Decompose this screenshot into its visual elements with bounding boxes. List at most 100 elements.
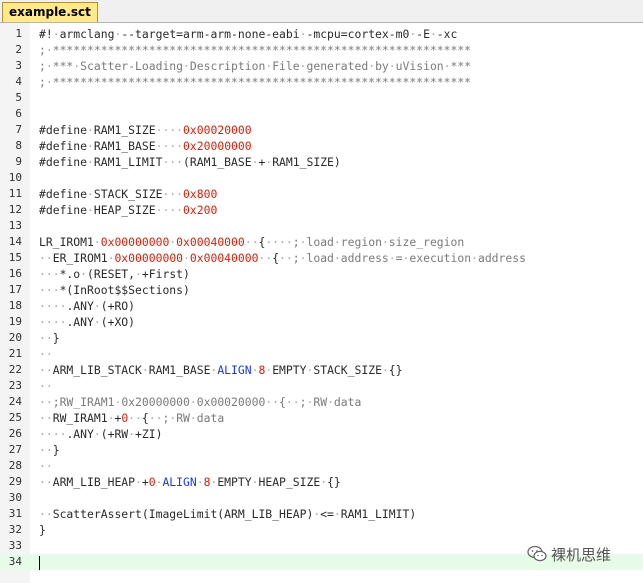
- line-text: ··ARM_LIB_HEAP·+0·ALIGN·8·EMPTY·HEAP_SIZ…: [39, 475, 341, 489]
- code-line[interactable]: 21 ··: [0, 346, 643, 362]
- code-line[interactable]: 28 ··: [0, 458, 643, 474]
- line-text: #define·HEAP_SIZE····0x200: [39, 203, 218, 217]
- line-text: ····.ANY·(+XO): [39, 315, 136, 329]
- code-line[interactable]: 29 ··ARM_LIB_HEAP·+0·ALIGN·8·EMPTY·HEAP_S…: [0, 474, 643, 490]
- line-text: ;·***·Scatter-Loading·Description·File·g…: [39, 59, 472, 73]
- code-line[interactable]: 14 LR_IROM1·0x00000000·0x00040000··{····;…: [0, 234, 643, 250]
- line-text: ··: [39, 379, 53, 393]
- watermark-text: 裸机思维: [551, 545, 612, 564]
- line-number: 29: [8, 475, 22, 488]
- line-number: 16: [8, 267, 22, 280]
- code-line[interactable]: 22 ··ARM_LIB_STACK·RAM1_BASE·ALIGN·8·EMPT…: [0, 362, 643, 378]
- line-number: 23: [8, 379, 22, 392]
- line-number: 1: [15, 27, 22, 40]
- line-text: ··RW_IRAM1·+0··{··;·RW·data: [39, 411, 225, 425]
- line-number: 31: [8, 507, 22, 520]
- code-line[interactable]: 18 ····.ANY·(+RO): [0, 298, 643, 314]
- tab-example-sct[interactable]: example.sct: [2, 2, 98, 22]
- line-number: 12: [8, 203, 22, 216]
- line-number: 9: [15, 155, 22, 168]
- line-text: ;·**************************************…: [39, 75, 472, 89]
- line-text: #define·STACK_SIZE···0x800: [39, 187, 218, 201]
- text-caret: [39, 556, 40, 570]
- code-line[interactable]: 23 ··: [0, 378, 643, 394]
- line-number: 33: [8, 539, 22, 552]
- code-line[interactable]: 2 ;·*************************************…: [0, 42, 643, 58]
- line-number: 18: [8, 299, 22, 312]
- code-line[interactable]: 24 ··;RW_IRAM1·0x20000000·0x00020000··{··…: [0, 394, 643, 410]
- line-text: ····.ANY·(+RW·+ZI): [39, 427, 163, 441]
- code-line[interactable]: 19 ····.ANY·(+XO): [0, 314, 643, 330]
- code-line[interactable]: 25 ··RW_IRAM1·+0··{··;·RW·data: [0, 410, 643, 426]
- code-editor[interactable]: 1 #!·armclang·--target=arm-arm-none-eabi·…: [0, 23, 643, 583]
- tab-bar: example.sct: [0, 0, 643, 23]
- line-text: #define·RAM1_SIZE····0x00020000: [39, 123, 252, 137]
- code-line[interactable]: 4 ;·*************************************…: [0, 74, 643, 90]
- code-line[interactable]: 5: [0, 90, 643, 106]
- line-number: 26: [8, 427, 22, 440]
- line-number: 6: [15, 107, 22, 120]
- line-number: 22: [8, 363, 22, 376]
- code-line[interactable]: 15 ··ER_IROM1·0x00000000·0x00040000··{··;…: [0, 250, 643, 266]
- line-number: 7: [15, 123, 22, 136]
- code-line[interactable]: 27 ··}: [0, 442, 643, 458]
- code-line[interactable]: 8 #define·RAM1_BASE····0x20000000: [0, 138, 643, 154]
- line-text: ··ARM_LIB_STACK·RAM1_BASE·ALIGN·8·EMPTY·…: [39, 363, 403, 377]
- code-line[interactable]: 10: [0, 170, 643, 186]
- line-text: ···*(InRoot$$Sections): [39, 283, 190, 297]
- wechat-icon: [527, 545, 547, 562]
- line-number: 3: [15, 59, 22, 72]
- line-text: ··}: [39, 443, 60, 457]
- code-line[interactable]: 32}: [0, 522, 643, 538]
- line-number: 25: [8, 411, 22, 424]
- line-number: 28: [8, 459, 22, 472]
- line-number: 19: [8, 315, 22, 328]
- line-text: #define·RAM1_BASE····0x20000000: [39, 139, 252, 153]
- line-text: ··: [39, 459, 53, 473]
- line-text: ····.ANY·(+RO): [39, 299, 136, 313]
- line-text: ;·**************************************…: [39, 43, 472, 57]
- line-number: 34: [8, 555, 22, 568]
- code-line[interactable]: 7 #define·RAM1_SIZE····0x00020000: [0, 122, 643, 138]
- line-number: 20: [8, 331, 22, 344]
- line-number: 10: [8, 171, 22, 184]
- line-number: 5: [15, 91, 22, 104]
- line-number: 11: [8, 187, 22, 200]
- code-line[interactable]: 20 ··}: [0, 330, 643, 346]
- code-line[interactable]: 16 ···*.o·(RESET,·+First): [0, 266, 643, 282]
- line-number: 2: [15, 43, 22, 56]
- code-line[interactable]: 11 #define·STACK_SIZE···0x800: [0, 186, 643, 202]
- line-number: 8: [15, 139, 22, 152]
- line-number: 27: [8, 443, 22, 456]
- line-text: ··: [39, 347, 53, 361]
- line-number: 24: [8, 395, 22, 408]
- line-text: LR_IROM1·0x00000000·0x00040000··{····;·l…: [39, 235, 465, 249]
- code-line[interactable]: 26 ····.ANY·(+RW·+ZI): [0, 426, 643, 442]
- code-line[interactable]: 1 #!·armclang·--target=arm-arm-none-eabi·…: [0, 26, 643, 42]
- code-line[interactable]: 17 ···*(InRoot$$Sections): [0, 282, 643, 298]
- code-line[interactable]: 13: [0, 218, 643, 234]
- line-number: 17: [8, 283, 22, 296]
- line-number: 15: [8, 251, 22, 264]
- line-number: 14: [8, 235, 22, 248]
- line-text: #!·armclang·--target=arm-arm-none-eabi·-…: [39, 27, 458, 41]
- code-line[interactable]: 12 #define·HEAP_SIZE····0x200: [0, 202, 643, 218]
- line-number: 30: [8, 491, 22, 504]
- line-number: 21: [8, 347, 22, 360]
- line-text: ···*.o·(RESET,·+First): [39, 267, 190, 281]
- code-line[interactable]: 31 ··ScatterAssert(ImageLimit(ARM_LIB_HEA…: [0, 506, 643, 522]
- line-text: ··}: [39, 331, 60, 345]
- watermark: 裸机思维: [527, 543, 611, 565]
- code-line[interactable]: 6: [0, 106, 643, 122]
- code-line[interactable]: 9 #define·RAM1_LIMIT···(RAM1_BASE·+·RAM1_…: [0, 154, 643, 170]
- line-text: ··ScatterAssert(ImageLimit(ARM_LIB_HEAP)…: [39, 507, 417, 521]
- code-line[interactable]: 30: [0, 490, 643, 506]
- line-number: 4: [15, 75, 22, 88]
- code-line[interactable]: 3 ;·***·Scatter-Loading·Description·File·…: [0, 58, 643, 74]
- line-text: ··;RW_IRAM1·0x20000000·0x00020000··{··;·…: [39, 395, 362, 409]
- line-text: ··ER_IROM1·0x00000000·0x00040000··{··;·l…: [39, 251, 526, 265]
- line-number: 32: [8, 523, 22, 536]
- line-number: 13: [8, 219, 22, 232]
- line-text: }: [39, 523, 46, 537]
- line-text: #define·RAM1_LIMIT···(RAM1_BASE·+·RAM1_S…: [39, 155, 341, 169]
